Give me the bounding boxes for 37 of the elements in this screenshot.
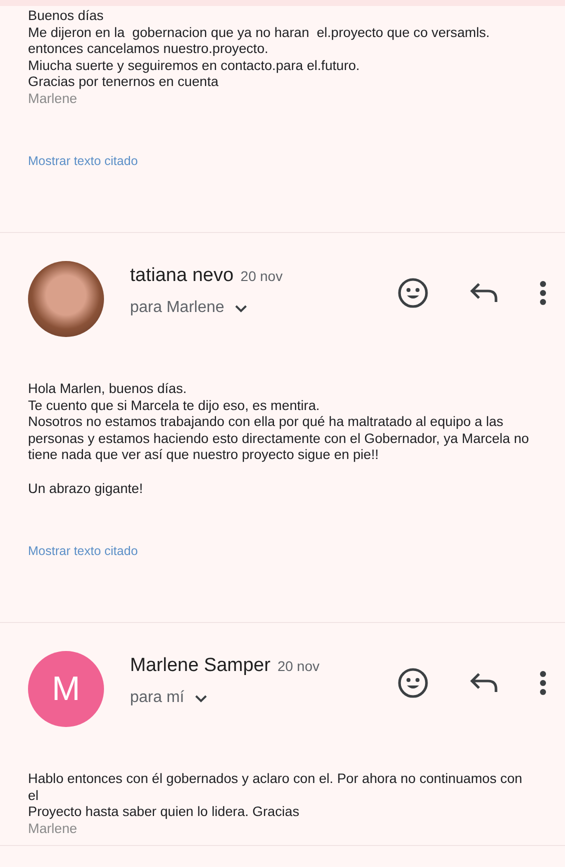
message-text: Hola Marlen, buenos días. (28, 381, 188, 398)
smiley-icon (397, 277, 429, 309)
reply-icon (469, 671, 499, 695)
recipient-dropdown[interactable]: para Marlene (130, 299, 248, 317)
recipient-dropdown[interactable]: para mí (130, 689, 208, 707)
reply-icon (469, 281, 499, 305)
message-text: Me dijeron en la gobernacion que ya no haran el.proyecto que co versamls. (28, 24, 491, 41)
smiley-icon (397, 667, 429, 699)
message-text: Hablo entonces con él gobernados y aclaro con el. Por ahora no continuamos con (28, 771, 524, 788)
message-text: entonces cancelamos nuestro.proyecto. (28, 41, 270, 58)
message-text: el (28, 788, 40, 804)
message-text: Buenos días (28, 8, 105, 24)
emoji-reaction-button[interactable] (397, 667, 429, 699)
signature: Marlene (28, 820, 78, 837)
message-text: Proyecto hasta saber quien lo lidera. Gracias (28, 804, 300, 820)
reply-button[interactable] (469, 281, 499, 305)
avatar: M (28, 651, 104, 727)
more-icon (539, 670, 547, 696)
sender-name: Marlene Samper (130, 655, 270, 677)
message-text: Nosotros no estamos trabajando con ella por qué ha maltratado al equipo a las personas y estamos haciendo esto directamente con el Gobernador, ya Marcela no tiene nada que ver así que nuestro proyecto sigue en pie!! (28, 414, 530, 464)
message-text: Gracias por tenernos en cuenta (28, 74, 220, 90)
reply-button[interactable] (469, 671, 499, 695)
show-quoted-text-link[interactable]: Mostrar texto citado (28, 154, 138, 168)
chevron-down-icon (234, 304, 248, 312)
message-text: Un abrazo gigante! (28, 480, 144, 497)
show-quoted-text-link[interactable]: Mostrar texto citado (28, 544, 138, 558)
chevron-down-icon (194, 694, 208, 702)
signature: Marlene (28, 90, 78, 107)
message-text: Miucha suerte y seguiremos en contacto.para el.futuro. (28, 58, 361, 74)
more-options-button[interactable] (539, 280, 547, 306)
sender-name: tatiana nevo (130, 265, 234, 287)
more-icon (539, 280, 547, 306)
message-date: 20 nov (277, 658, 320, 674)
emoji-reaction-button[interactable] (397, 277, 429, 309)
message-text: Te cuento que si Marcela te dijo eso, es mentira. (28, 398, 321, 414)
message-date: 20 nov (240, 268, 283, 284)
more-options-button[interactable] (539, 670, 547, 696)
